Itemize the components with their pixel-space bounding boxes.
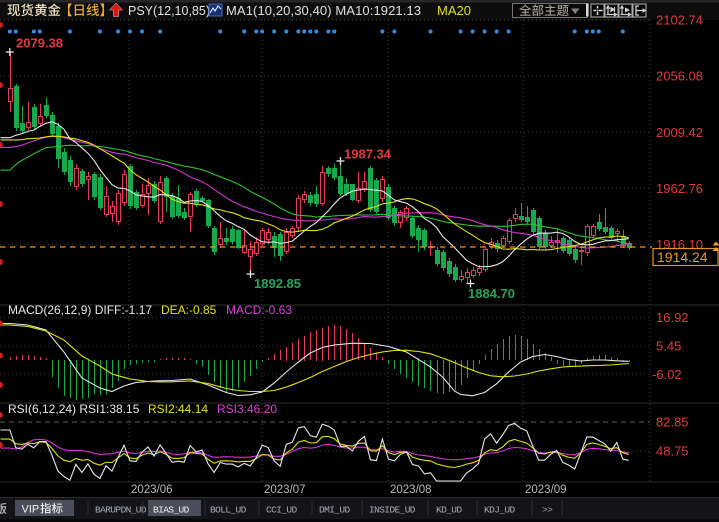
svg-text:KDJ_UD: KDJ_UD xyxy=(484,505,516,516)
svg-text:2056.08: 2056.08 xyxy=(656,69,703,84)
svg-text:2023/06: 2023/06 xyxy=(131,484,173,496)
svg-text:INSIDE_UD: INSIDE_UD xyxy=(369,505,416,516)
svg-text:48.75: 48.75 xyxy=(656,444,689,459)
svg-text:2079.38: 2079.38 xyxy=(16,36,63,51)
svg-text:MA1(10,20,30,40) MA10:1921.13: MA1(10,20,30,40) MA10:1921.13 xyxy=(226,3,421,18)
svg-text:KD_UD: KD_UD xyxy=(436,505,462,516)
svg-text:2009.42: 2009.42 xyxy=(656,125,703,140)
svg-text:82.85: 82.85 xyxy=(656,415,689,430)
svg-text:1892.85: 1892.85 xyxy=(254,276,301,291)
svg-text:2102.74: 2102.74 xyxy=(656,13,703,28)
svg-text:1884.70: 1884.70 xyxy=(468,286,515,301)
svg-text:1914.24: 1914.24 xyxy=(657,249,708,265)
svg-text:BOLL_UD: BOLL_UD xyxy=(210,505,247,516)
svg-text:2023/09: 2023/09 xyxy=(525,484,567,496)
svg-text:-6.02: -6.02 xyxy=(652,367,682,382)
svg-text:DMI_UD: DMI_UD xyxy=(319,505,351,516)
svg-text:PSY(12,10,85): PSY(12,10,85) xyxy=(128,4,210,18)
svg-text:BIAS_UD: BIAS_UD xyxy=(153,505,190,516)
svg-text:VIP: VIP xyxy=(22,504,40,516)
svg-text:2023/07: 2023/07 xyxy=(264,484,306,496)
svg-text:BARUPDN_UD: BARUPDN_UD xyxy=(95,505,147,516)
svg-text:MA20: MA20 xyxy=(437,3,471,18)
svg-text:MACD(26,12,9) DIFF:-1.17 DEA:-: MACD(26,12,9) DIFF:-1.17 DEA:-0.85MACD:-… xyxy=(8,303,292,317)
svg-text:>>: >> xyxy=(542,505,553,516)
svg-text:1987.34: 1987.34 xyxy=(344,147,392,162)
svg-text:2023/08: 2023/08 xyxy=(390,484,432,496)
svg-text:1962.76: 1962.76 xyxy=(656,181,703,196)
svg-text:5.45: 5.45 xyxy=(656,339,681,354)
svg-text:CCI_UD: CCI_UD xyxy=(266,505,298,516)
svg-text:16.92: 16.92 xyxy=(656,310,689,325)
